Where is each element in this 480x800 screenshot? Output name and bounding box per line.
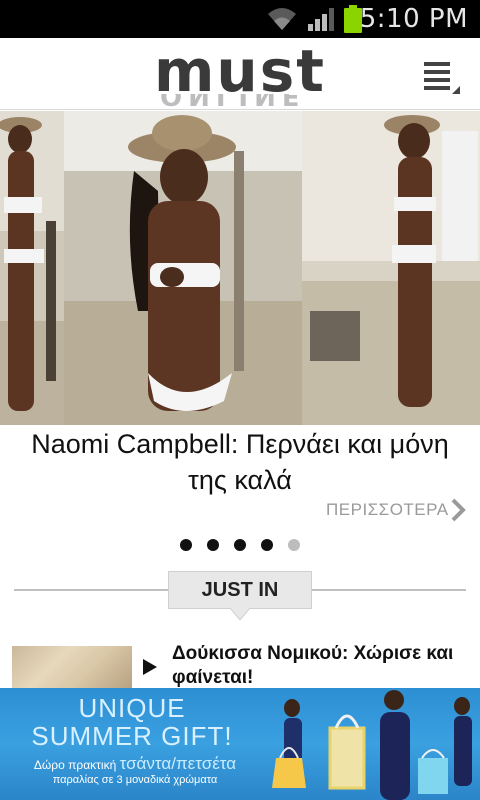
page-dot[interactable] — [261, 539, 273, 551]
logo-text: must — [154, 37, 326, 105]
carousel-pagination — [176, 538, 306, 552]
chevron-right-icon — [451, 498, 466, 522]
hero-photo-center — [64, 111, 302, 425]
list-item[interactable]: Δούκισσα Νομικού: Χώρισε και φαίνεται! — [0, 638, 480, 688]
hero-photo-right — [302, 111, 480, 425]
page-dot[interactable] — [234, 539, 246, 551]
section-label: JUST IN — [168, 571, 312, 609]
ad-image — [272, 690, 472, 800]
page-dot[interactable] — [180, 539, 192, 551]
ad-subline-1: Δώρο πρακτική τσάντα/πετσέτα — [0, 754, 270, 774]
hero-title[interactable]: Naomi Campbell: Περνάει και μόνη της καλ… — [10, 426, 470, 498]
article-thumbnail — [12, 646, 132, 688]
article-title: Δούκισσα Νομικού: Χώρισε και φαίνεται! — [172, 643, 454, 688]
ad-headline-line-2: SUMMER GIFT! — [31, 721, 233, 751]
status-time: 5:10 PM — [359, 4, 468, 34]
more-label: ΠΕΡΙΣΣΟΤΕΡΑ — [326, 500, 449, 519]
wifi-icon — [268, 8, 296, 30]
status-bar: 5:10 PM — [0, 0, 480, 38]
page-dot[interactable] — [207, 539, 219, 551]
section-pointer — [230, 608, 250, 620]
page-dot[interactable] — [288, 539, 300, 551]
hero-photo-left — [0, 111, 64, 425]
ad-headline: UNIQUE SUMMER GIFT! — [0, 694, 264, 750]
signal-icon — [308, 8, 334, 31]
play-icon — [143, 659, 157, 675]
hero-carousel[interactable] — [0, 111, 480, 425]
ad-banner[interactable]: UNIQUE SUMMER GIFT! Δώρο πρακτική τσάντα… — [0, 688, 480, 800]
logo-subtext: ONLINE — [160, 94, 306, 108]
app-header: must ONLINE — [0, 38, 480, 110]
ad-subline-prefix: Δώρο πρακτική — [33, 758, 120, 772]
menu-icon[interactable] — [418, 58, 464, 98]
ad-subline-highlight: τσάντα/πετσέτα — [119, 754, 237, 773]
more-link[interactable]: ΠΕΡΙΣΣΟΤΕΡΑ — [320, 498, 468, 524]
ad-headline-line-1: UNIQUE — [78, 693, 186, 723]
ad-subline-2: παραλίας σε 3 μοναδικά χρώματα — [52, 774, 218, 786]
app-logo[interactable]: must ONLINE — [154, 42, 330, 110]
